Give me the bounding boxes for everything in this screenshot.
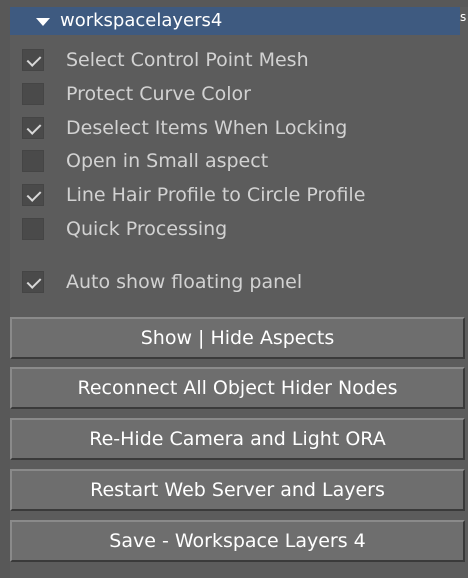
option-label: Select Control Point Mesh — [66, 49, 309, 71]
rehide-camera-light-button[interactable]: Re-Hide Camera and Light ORA — [10, 418, 465, 460]
option-label: Deselect Items When Locking — [66, 117, 348, 139]
checkbox[interactable] — [22, 218, 44, 240]
option-label: Line Hair Profile to Circle Profile — [66, 184, 366, 206]
checkbox[interactable] — [22, 271, 44, 293]
option-label: Auto show floating panel — [66, 271, 303, 293]
option-select-control-point-mesh[interactable]: Select Control Point Mesh — [22, 47, 309, 73]
option-auto-show-floating-panel[interactable]: Auto show floating panel — [22, 269, 302, 295]
option-label: Quick Processing — [66, 218, 228, 240]
truncated-edge-text: s — [460, 7, 468, 35]
reconnect-object-hider-nodes-button[interactable]: Reconnect All Object Hider Nodes — [10, 367, 465, 409]
collapse-arrow-icon[interactable] — [36, 18, 50, 26]
option-label: Protect Curve Color — [66, 83, 251, 105]
checkbox[interactable] — [22, 150, 44, 172]
option-label: Open in Small aspect — [66, 150, 269, 172]
option-line-hair-profile[interactable]: Line Hair Profile to Circle Profile — [22, 182, 365, 208]
option-open-in-small-aspect[interactable]: Open in Small aspect — [22, 148, 268, 174]
option-protect-curve-color[interactable]: Protect Curve Color — [22, 81, 251, 107]
workspace-layers-panel: workspacelayers4 s Select Control Point … — [0, 0, 468, 578]
option-deselect-items-when-locking[interactable]: Deselect Items When Locking — [22, 115, 347, 141]
save-workspace-layers-button[interactable]: Save - Workspace Layers 4 — [10, 520, 465, 562]
option-quick-processing[interactable]: Quick Processing — [22, 216, 227, 242]
restart-web-server-button[interactable]: Restart Web Server and Layers — [10, 469, 465, 511]
checkbox[interactable] — [22, 117, 44, 139]
panel-header[interactable]: workspacelayers4 s — [10, 7, 468, 35]
checkbox[interactable] — [22, 83, 44, 105]
show-hide-aspects-button[interactable]: Show | Hide Aspects — [10, 317, 465, 359]
checkbox[interactable] — [22, 49, 44, 71]
panel-title: workspacelayers4 — [60, 10, 223, 31]
checkbox[interactable] — [22, 184, 44, 206]
